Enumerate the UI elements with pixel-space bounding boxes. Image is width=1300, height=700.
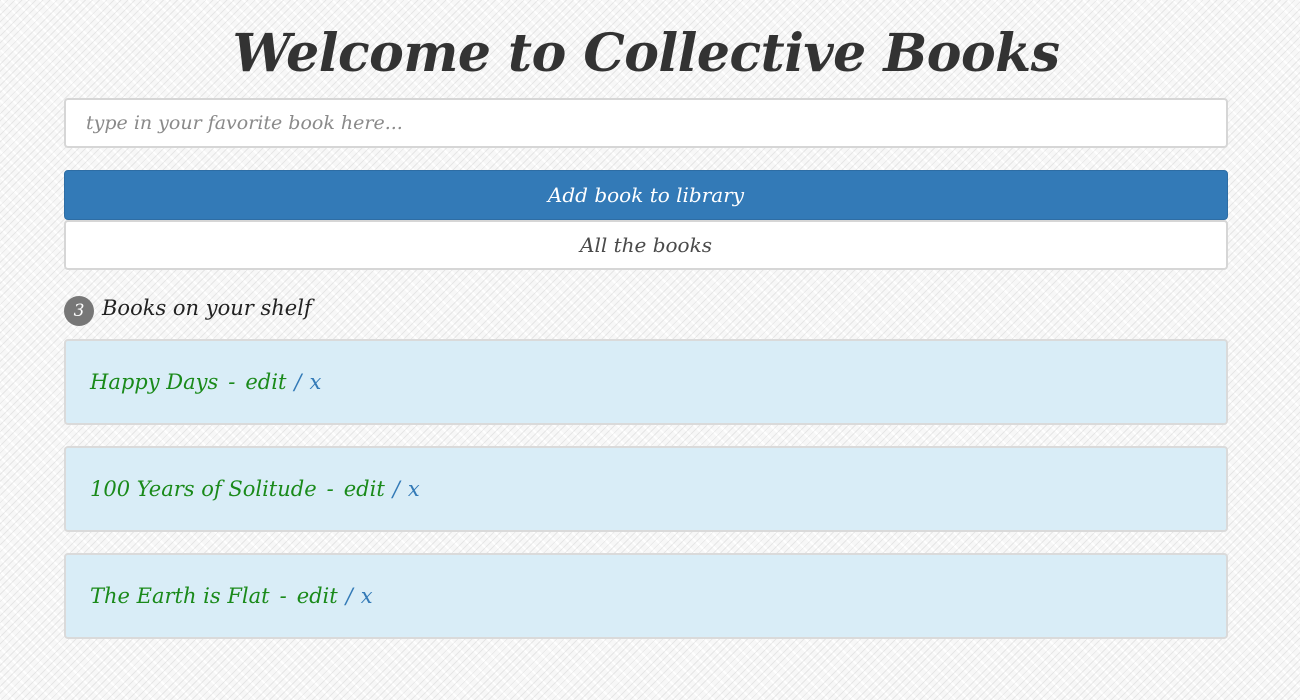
link-divider: / xyxy=(392,477,400,501)
edit-book-link[interactable]: edit xyxy=(245,370,286,394)
link-divider: / xyxy=(345,584,353,608)
book-list-item: 100 Years of Solitude - edit / x xyxy=(64,446,1228,532)
book-title: Happy Days xyxy=(90,370,219,394)
shelf-header: 3 Books on your shelf xyxy=(64,292,1228,326)
edit-book-link[interactable]: edit xyxy=(297,584,338,608)
book-list-item: Happy Days - edit / x xyxy=(64,339,1228,425)
book-list-item: The Earth is Flat - edit / x xyxy=(64,553,1228,639)
add-book-button[interactable]: Add book to library xyxy=(64,170,1228,220)
page: { "header": { "title": "Welcome to Colle… xyxy=(0,0,1300,700)
delete-book-link[interactable]: x xyxy=(408,477,420,501)
delete-book-link[interactable]: x xyxy=(309,370,321,394)
page-title: Welcome to Collective Books xyxy=(232,23,1060,84)
all-books-button[interactable]: All the books xyxy=(64,220,1228,270)
book-separator: - xyxy=(326,477,334,501)
book-title: 100 Years of Solitude xyxy=(90,477,317,501)
book-count-badge: 3 xyxy=(64,296,94,326)
book-title: The Earth is Flat xyxy=(90,584,270,608)
book-list: Happy Days - edit / x 100 Years of Solit… xyxy=(64,339,1228,639)
delete-book-link[interactable]: x xyxy=(361,584,373,608)
book-separator: - xyxy=(279,584,287,608)
link-divider: / xyxy=(294,370,302,394)
shelf-title: Books on your shelf xyxy=(102,296,312,320)
book-separator: - xyxy=(228,370,236,394)
edit-book-link[interactable]: edit xyxy=(344,477,385,501)
book-search-input[interactable] xyxy=(64,98,1228,148)
main-container: Welcome to Collective Books Add book to … xyxy=(64,0,1228,660)
